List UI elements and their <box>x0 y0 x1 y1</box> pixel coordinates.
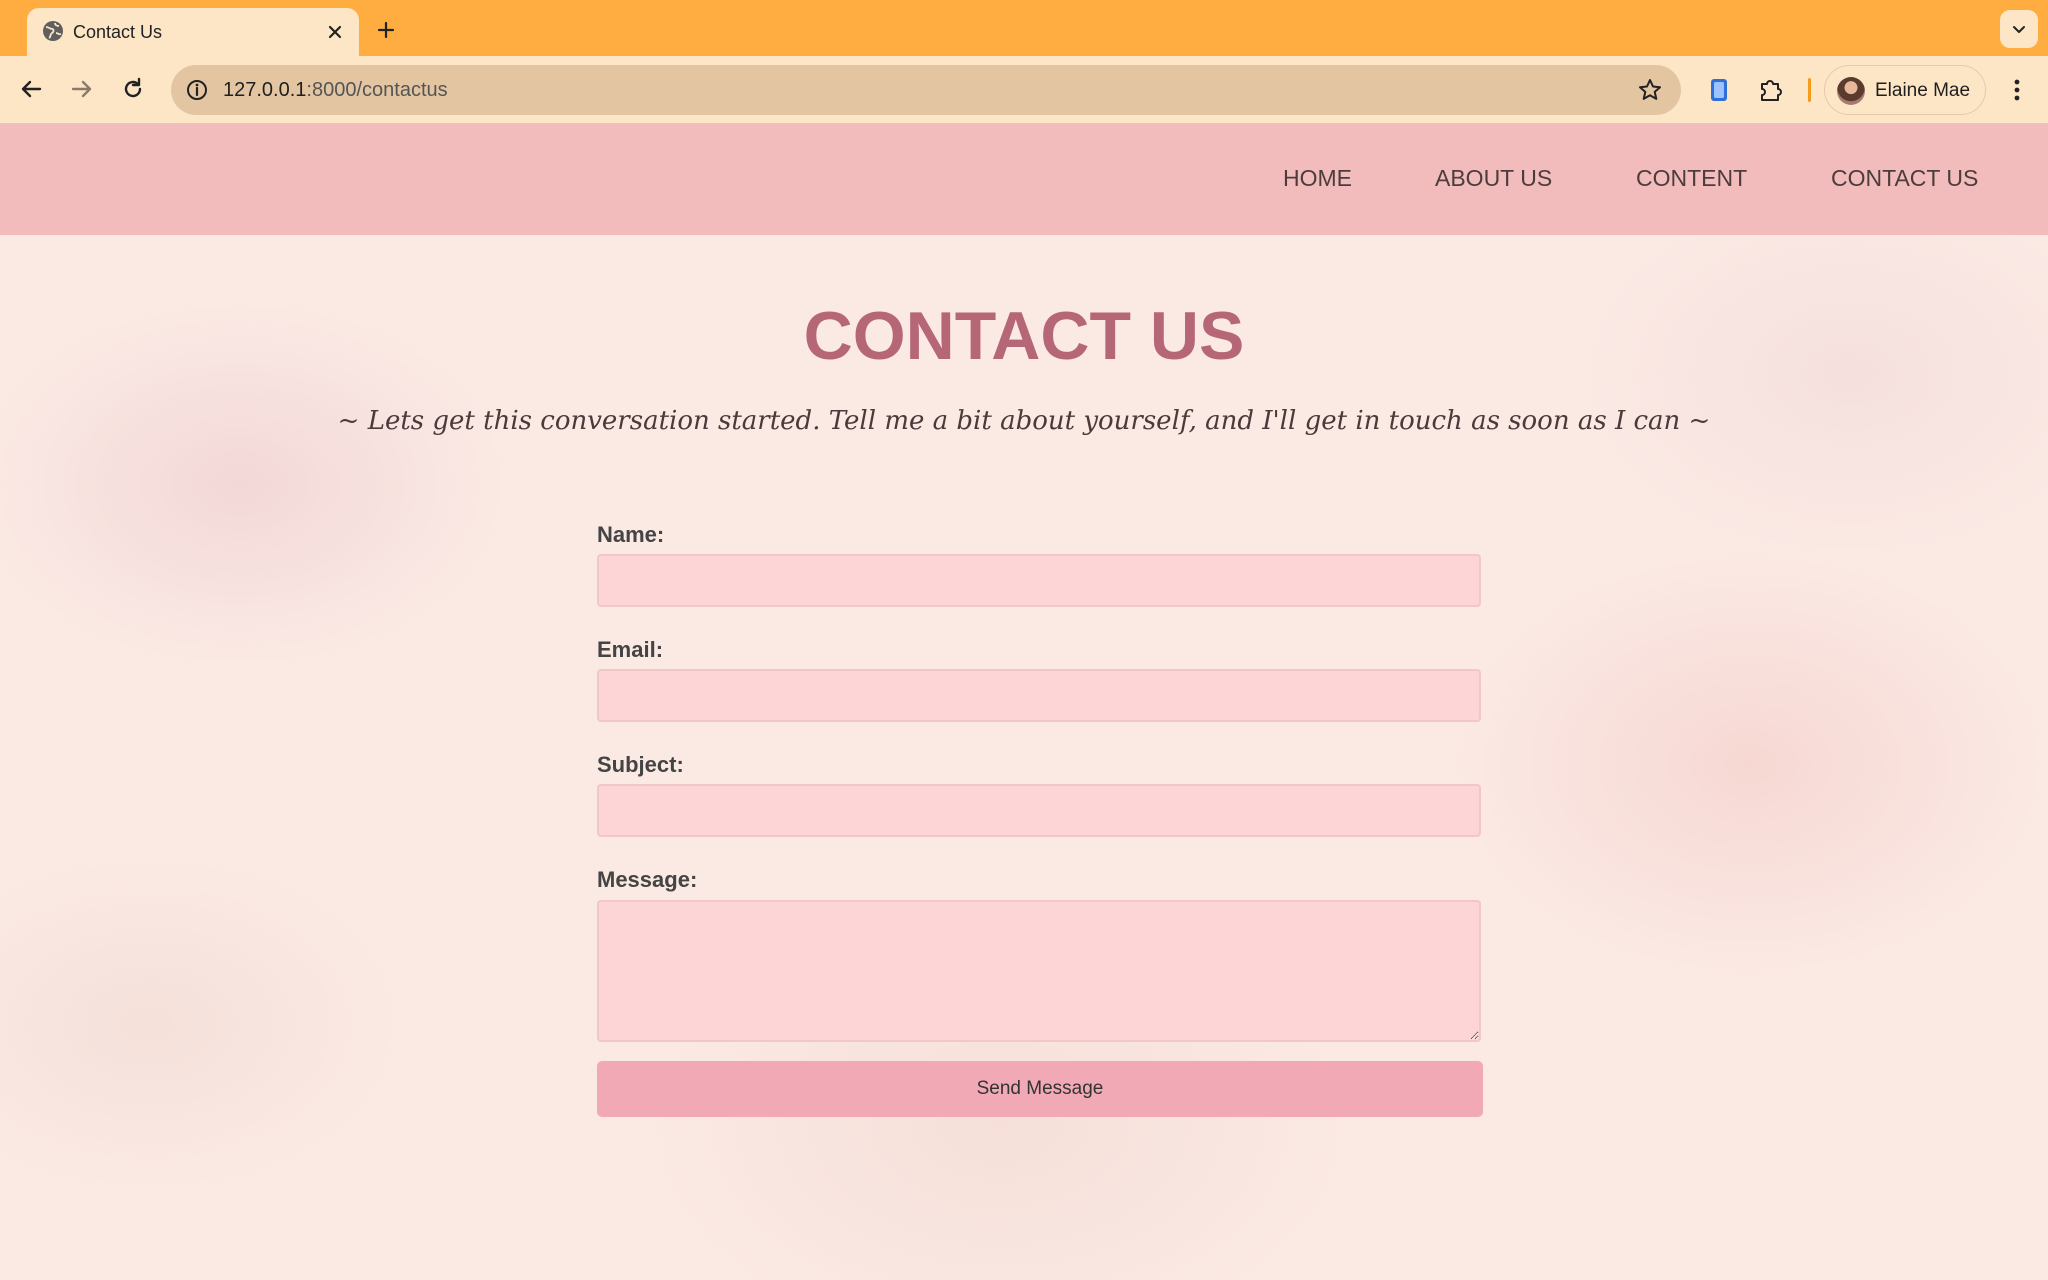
nav-link-contact-us[interactable]: CONTACT US <box>1831 164 1978 192</box>
back-arrow-icon[interactable] <box>15 73 47 105</box>
bookmark-star-icon[interactable] <box>1637 77 1663 103</box>
close-icon[interactable] <box>323 20 347 44</box>
profile-name: Elaine Mae <box>1875 80 1971 101</box>
page-viewport: HOME ABOUT US CONTENT CONTACT US CONTACT… <box>0 124 2048 1280</box>
browser-tab[interactable]: Contact Us <box>27 8 359 56</box>
send-message-button[interactable]: Send Message <box>597 1061 1483 1117</box>
globe-icon <box>43 21 63 41</box>
site-info-icon[interactable] <box>181 74 213 106</box>
browser-tab-strip: Contact Us <box>0 0 2048 56</box>
nav-link-about-us[interactable]: ABOUT US <box>1435 164 1552 192</box>
email-input[interactable] <box>597 669 1481 722</box>
tab-title: Contact Us <box>73 22 163 42</box>
message-label: Message: <box>597 867 698 892</box>
subject-input[interactable] <box>597 784 1481 837</box>
chevron-down-icon <box>2013 26 2025 33</box>
phone-device-icon[interactable] <box>1704 75 1734 105</box>
forward-arrow-icon[interactable] <box>66 73 98 105</box>
nav-link-content[interactable]: CONTENT <box>1636 164 1747 192</box>
profile-button[interactable]: Elaine Mae <box>1824 65 1986 115</box>
toolbar-divider <box>1808 78 1811 102</box>
url-text: 127.0.0.1:8000/contactus <box>223 79 448 101</box>
address-bar[interactable]: 127.0.0.1:8000/contactus <box>171 65 1681 115</box>
subject-label: Subject: <box>597 752 684 777</box>
new-tab-plus-icon[interactable] <box>372 16 400 44</box>
avatar <box>1837 77 1865 105</box>
name-label: Name: <box>597 522 665 547</box>
site-header: HOME ABOUT US CONTENT CONTACT US <box>0 124 2048 235</box>
name-input[interactable] <box>597 554 1481 607</box>
nav-link-home[interactable]: HOME <box>1283 164 1352 192</box>
reload-icon[interactable] <box>117 73 149 105</box>
extensions-puzzle-icon[interactable] <box>1756 75 1786 105</box>
message-textarea[interactable] <box>597 900 1481 1042</box>
page-tagline: ~ Lets get this conversation started. Te… <box>337 406 1711 436</box>
tab-search-button[interactable] <box>2000 10 2038 48</box>
browser-toolbar: 127.0.0.1:8000/contactus Elaine Mae <box>0 56 2048 124</box>
page-title: CONTACT US <box>803 298 1245 374</box>
more-menu-icon[interactable] <box>2002 75 2032 105</box>
email-label: Email: <box>597 637 664 662</box>
